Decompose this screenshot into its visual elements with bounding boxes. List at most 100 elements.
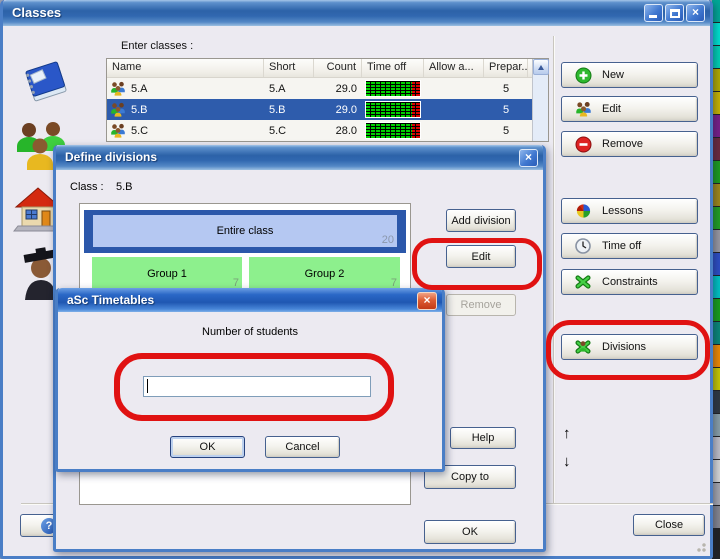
time-off-button-label: Time off bbox=[602, 240, 641, 252]
prompt-cancel-label: Cancel bbox=[285, 441, 319, 453]
header-count[interactable]: Count bbox=[314, 59, 362, 77]
row-short: 5.B bbox=[264, 104, 314, 116]
remove-division-button[interactable]: Remove bbox=[446, 294, 516, 316]
divisions-close-button[interactable]: × bbox=[519, 149, 538, 167]
class-people-icon bbox=[110, 81, 126, 96]
close-icon: × bbox=[692, 5, 699, 19]
help-button-label: Help bbox=[472, 432, 495, 444]
maximize-button[interactable] bbox=[665, 4, 684, 22]
prompt-cancel-button[interactable]: Cancel bbox=[265, 436, 340, 458]
asc-timetables-prompt: aSc Timetables × Number of students OK C… bbox=[55, 288, 445, 472]
row-name: 5.A bbox=[131, 83, 148, 95]
prompt-close-button[interactable]: × bbox=[417, 292, 437, 310]
row-prepar: 5 bbox=[484, 83, 528, 95]
close-window-button[interactable]: Close bbox=[633, 514, 705, 536]
classes-titlebar: Classes × bbox=[3, 0, 710, 26]
move-down-arrow[interactable]: ↓ bbox=[563, 453, 571, 470]
divisions-icon bbox=[573, 339, 593, 355]
class-label: Class : bbox=[70, 181, 104, 193]
minimize-button[interactable] bbox=[644, 4, 663, 22]
green-x-icon bbox=[573, 274, 593, 290]
timeoff-grid bbox=[365, 101, 421, 118]
entire-class-count: 20 bbox=[382, 234, 394, 246]
remove-division-label: Remove bbox=[461, 299, 502, 311]
add-division-button[interactable]: Add division bbox=[446, 209, 516, 232]
enter-classes-label: Enter classes : bbox=[121, 40, 193, 52]
constraints-button-label: Constraints bbox=[602, 276, 658, 288]
new-button[interactable]: New bbox=[561, 62, 698, 88]
header-name[interactable]: Name bbox=[107, 59, 264, 77]
notebook-icon bbox=[21, 56, 71, 110]
divisions-titlebar: Define divisions × bbox=[56, 145, 543, 170]
header-timeoff[interactable]: Time off bbox=[362, 59, 424, 77]
help-button[interactable]: Help bbox=[450, 427, 516, 449]
copy-to-label: Copy to bbox=[451, 471, 489, 483]
prompt-title: aSc Timetables bbox=[67, 293, 154, 307]
close-icon: × bbox=[423, 293, 430, 307]
divisions-button-label: Divisions bbox=[602, 341, 646, 353]
header-prepar[interactable]: Prepar... bbox=[484, 59, 528, 77]
edit-button[interactable]: Edit bbox=[561, 96, 698, 122]
group-2-bar[interactable]: Group 2 7 bbox=[249, 257, 400, 290]
entire-class-label: Entire class bbox=[217, 225, 274, 237]
edit-button-label: Edit bbox=[602, 103, 621, 115]
time-off-button[interactable]: Time off bbox=[561, 233, 698, 259]
row-short: 5.A bbox=[264, 83, 314, 95]
vertical-separator bbox=[553, 36, 555, 504]
prompt-titlebar: aSc Timetables × bbox=[58, 288, 442, 312]
row-prepar: 5 bbox=[484, 104, 528, 116]
classes-table: Name Short Count Time off Allow a... Pre… bbox=[106, 58, 549, 142]
row-name: 5.B bbox=[131, 104, 148, 116]
row-prepar: 5 bbox=[484, 125, 528, 137]
row-count: 29.0 bbox=[314, 83, 362, 95]
group-1-bar[interactable]: Group 1 7 bbox=[92, 257, 242, 290]
class-people-icon bbox=[110, 102, 126, 117]
prompt-ok-label: OK bbox=[200, 441, 216, 453]
window-title: Classes bbox=[12, 5, 61, 20]
close-icon: × bbox=[525, 150, 532, 164]
entire-class-row[interactable]: Entire class 20 bbox=[84, 210, 406, 253]
table-row-5a[interactable]: 5.A 5.A 29.0 5 bbox=[107, 78, 548, 99]
class-value: 5.B bbox=[116, 181, 133, 193]
timeoff-grid bbox=[365, 80, 421, 97]
group-2-label: Group 2 bbox=[305, 268, 345, 280]
new-button-label: New bbox=[602, 69, 624, 81]
close-button-label: Close bbox=[655, 519, 683, 531]
add-division-label: Add division bbox=[451, 215, 510, 227]
divisions-button[interactable]: Divisions bbox=[561, 334, 698, 360]
resize-grip[interactable] bbox=[694, 540, 706, 552]
entire-class-bar[interactable]: Entire class 20 bbox=[93, 215, 397, 247]
class-people-icon bbox=[110, 123, 126, 138]
group-1-label: Group 1 bbox=[147, 268, 187, 280]
remove-button[interactable]: Remove bbox=[561, 131, 698, 157]
plus-icon bbox=[573, 67, 593, 84]
prompt-message: Number of students bbox=[58, 326, 442, 338]
maximize-icon bbox=[670, 9, 680, 18]
clock-icon bbox=[573, 238, 593, 254]
edit-division-button[interactable]: Edit bbox=[446, 245, 516, 268]
table-scrollbar[interactable] bbox=[532, 59, 548, 141]
table-row-5b-selected[interactable]: 5.B 5.B 29.0 5 bbox=[107, 99, 548, 120]
row-count: 28.0 bbox=[314, 125, 362, 137]
lessons-button-label: Lessons bbox=[602, 205, 643, 217]
table-row-5c[interactable]: 5.C 5.C 28.0 5 bbox=[107, 120, 548, 141]
table-header-row: Name Short Count Time off Allow a... Pre… bbox=[107, 59, 548, 78]
constraints-button[interactable]: Constraints bbox=[561, 269, 698, 295]
header-short[interactable]: Short bbox=[264, 59, 314, 77]
number-of-students-input[interactable] bbox=[143, 376, 371, 397]
remove-button-label: Remove bbox=[602, 138, 643, 150]
people-icon bbox=[573, 101, 593, 117]
minus-icon bbox=[573, 136, 593, 153]
prompt-ok-button[interactable]: OK bbox=[170, 436, 245, 458]
timeoff-grid bbox=[365, 122, 421, 139]
close-button[interactable]: × bbox=[686, 4, 705, 22]
header-allow[interactable]: Allow a... bbox=[424, 59, 484, 77]
row-short: 5.C bbox=[264, 125, 314, 137]
lessons-button[interactable]: Lessons bbox=[561, 198, 698, 224]
divisions-ok-label: OK bbox=[462, 526, 478, 538]
divisions-dialog-title: Define divisions bbox=[65, 150, 157, 164]
divisions-ok-button[interactable]: OK bbox=[424, 520, 516, 544]
edit-division-label: Edit bbox=[472, 251, 491, 263]
move-up-arrow[interactable]: ↑ bbox=[563, 425, 571, 442]
scroll-up-arrow-icon[interactable] bbox=[533, 59, 549, 75]
